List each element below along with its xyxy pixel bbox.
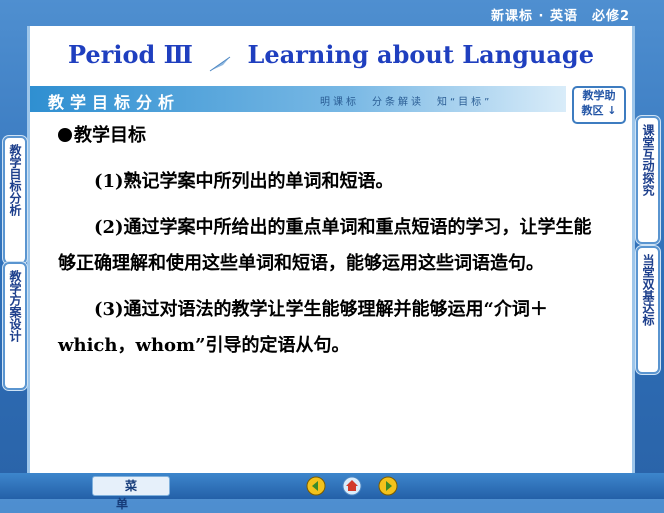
arrow-left-icon [306,476,326,496]
nav-tab-class-interaction[interactable]: 课堂互动探究 [636,116,660,244]
bullet-icon [58,128,72,142]
assist-label-1: 教学助 [582,89,616,102]
arrow-right-icon [378,476,398,496]
nav-tab-in-class-practice[interactable]: 当堂双基达标 [636,246,660,374]
title-period: Period Ⅲ [68,40,193,69]
objective-item-1: (1)熟记学案中所列出的单词和短语。 [94,171,394,192]
title-topic: Learning about Language [247,40,594,69]
previous-button[interactable] [306,476,326,496]
objective-item-2: (2)通过学案中所给出的重点单词和重点短语的学习，让学生能够正确理解和使用这些单… [58,217,592,274]
course-label: 新课标 · 英语 必修2 [490,9,630,24]
banner-subtitle: 明课标 分条解读 知“目标” [320,97,493,108]
home-icon [342,476,362,496]
objectives-heading-text: 教学目标 [74,125,146,146]
objective-item-3: (3)通过对语法的教学让学生能够理解并能够运用“介词＋which，whom”引导… [58,299,548,356]
objectives-heading: 教学目标 [58,118,598,154]
quill-icon [209,49,231,71]
nav-tab-label: 教学目标分析 [8,144,22,216]
section-banner: 教学目标分析 明课标 分条解读 知“目标” [30,86,566,112]
assist-label-2: 教区 ↓ [581,104,617,117]
home-button[interactable] [342,476,362,496]
banner-title: 教学目标分析 [48,93,181,112]
menu-button[interactable]: 菜单 [92,476,170,511]
nav-tab-label: 教学方案设计 [8,270,22,342]
nav-tab-teaching-plan[interactable]: 教学方案设计 [3,262,27,390]
next-button[interactable] [378,476,398,496]
nav-tab-label: 当堂双基达标 [641,254,655,326]
nav-tab-label: 课堂互动探究 [641,124,655,196]
slide-content: 教学目标 (1)熟记学案中所列出的单词和短语。 (2)通过学案中所给出的重点单词… [58,118,598,374]
nav-tab-teaching-objectives[interactable]: 教学目标分析 [3,136,27,264]
top-bar: 新课标 · 英语 必修2 [0,0,664,26]
slide-title: Period Ⅲ Learning about Language [30,40,632,71]
